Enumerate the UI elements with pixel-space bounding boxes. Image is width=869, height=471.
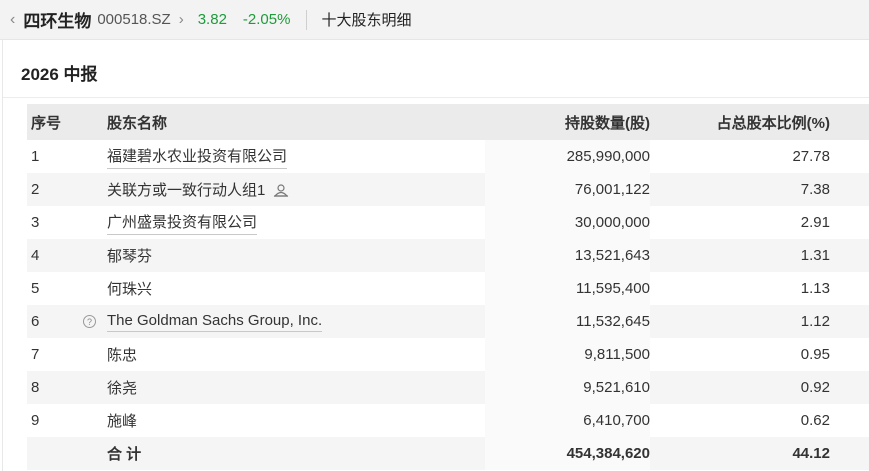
report-period-title: 2026 中报	[21, 65, 98, 84]
holder-name-cell: 关联方或一致行动人组1	[107, 173, 485, 206]
row-index: 3	[31, 214, 40, 231]
ratio-cell: 1.31	[800, 247, 830, 264]
total-help-cell	[75, 437, 107, 470]
table-row: 8 徐尧 9,521,610 0.92	[27, 371, 869, 404]
stock-price: 3.82	[197, 11, 227, 28]
shares-cell: 9,521,610	[485, 371, 650, 404]
column-header-shares: 持股数量(股)	[565, 114, 650, 132]
holder-name-text: 施峰	[107, 413, 138, 430]
row-index: 7	[31, 346, 40, 363]
ratio-cell: 7.38	[800, 181, 830, 198]
table-row: 9 施峰 6,410,700 0.62	[27, 404, 869, 437]
holders-panel: 2026 中报 序号 股东名称 持股数量(股) 占总股本比例(%) 1 福建碧水…	[2, 40, 869, 471]
divider	[306, 9, 308, 30]
total-label: 合 计	[107, 446, 142, 463]
table-row: 1 福建碧水农业投资有限公司 285,990,000 27.78	[27, 140, 869, 173]
table-row: 2 关联方或一致行动人组1 76,001,122 7.38	[27, 173, 869, 206]
row-help-cell	[75, 371, 107, 404]
stock-code[interactable]: 000518.SZ	[97, 11, 170, 28]
row-help-cell	[75, 173, 107, 206]
column-header-holder-name: 股东名称	[107, 114, 168, 132]
holder-name-text: 何珠兴	[107, 281, 153, 298]
ratio-cell: 2.91	[800, 214, 830, 231]
chevron-right-icon[interactable]: ›	[179, 11, 184, 28]
chevron-left-icon[interactable]: ‹	[10, 11, 15, 29]
row-index: 9	[31, 412, 40, 429]
ratio-cell: 0.92	[800, 379, 830, 396]
shares-cell: 11,595,400	[485, 272, 650, 305]
table-total-row: 合 计 454,384,620 44.12	[27, 437, 869, 470]
row-help-cell	[75, 140, 107, 173]
row-index: 4	[31, 247, 40, 264]
holder-name-cell: 广州盛景投资有限公司	[107, 206, 485, 239]
price-change-percent: -2.05%	[242, 11, 291, 28]
holder-name-link[interactable]: The Goldman Sachs Group, Inc.	[107, 312, 323, 332]
ratio-cell: 0.95	[800, 346, 830, 363]
shares-cell: 76,001,122	[485, 173, 650, 206]
shares-cell: 11,532,645	[485, 305, 650, 338]
row-index: 8	[31, 379, 40, 396]
holder-name-cell: 陈忠	[107, 338, 485, 371]
total-ratio-cell: 44.12	[792, 445, 830, 462]
top-holders-table: 序号 股东名称 持股数量(股) 占总股本比例(%) 1 福建碧水农业投资有限公司…	[27, 104, 869, 470]
table-header-row: 序号 股东名称 持股数量(股) 占总股本比例(%)	[27, 104, 869, 140]
row-help-cell	[75, 338, 107, 371]
holder-name-text: 徐尧	[107, 380, 138, 397]
shares-cell: 6,410,700	[485, 404, 650, 437]
holder-name-cell: The Goldman Sachs Group, Inc.	[107, 305, 485, 338]
holder-name-cell: 郁琴芬	[107, 239, 485, 272]
row-index: 1	[31, 148, 40, 165]
help-icon[interactable]: ?	[83, 315, 96, 328]
ratio-cell: 0.62	[800, 412, 830, 429]
table-row: 6 ? The Goldman Sachs Group, Inc. 11,532…	[27, 305, 869, 338]
column-header-index: 序号	[31, 114, 62, 132]
shares-cell: 9,811,500	[485, 338, 650, 371]
row-index: 5	[31, 280, 40, 297]
holder-name-cell: 徐尧	[107, 371, 485, 404]
total-index-cell	[27, 437, 75, 470]
ratio-cell: 1.13	[800, 280, 830, 297]
section-title: 十大股东明细	[321, 12, 412, 29]
holder-name-link[interactable]: 广州盛景投资有限公司	[107, 211, 258, 235]
holder-name-text: 郁琴芬	[107, 248, 153, 265]
table-row: 7 陈忠 9,811,500 0.95	[27, 338, 869, 371]
ratio-cell: 27.78	[792, 148, 830, 165]
column-header-spacer	[75, 104, 107, 140]
holder-name-cell: 施峰	[107, 404, 485, 437]
row-help-cell: ?	[75, 305, 107, 338]
column-header-ratio: 占总股本比例(%)	[716, 114, 830, 132]
group-icon[interactable]	[273, 183, 289, 197]
stock-name[interactable]: 四环生物	[23, 7, 91, 32]
table-row: 3 广州盛景投资有限公司 30,000,000 2.91	[27, 206, 869, 239]
holder-name-cell: 何珠兴	[107, 272, 485, 305]
row-help-cell	[75, 272, 107, 305]
ratio-cell: 1.12	[800, 313, 830, 330]
row-index: 6	[31, 313, 40, 330]
holder-name-cell: 福建碧水农业投资有限公司	[107, 140, 485, 173]
total-shares-cell: 454,384,620	[485, 437, 650, 470]
holder-name-link[interactable]: 福建碧水农业投资有限公司	[107, 145, 288, 169]
shares-cell: 30,000,000	[485, 206, 650, 239]
row-help-cell	[75, 404, 107, 437]
row-help-cell	[75, 206, 107, 239]
shares-cell: 285,990,000	[485, 140, 650, 173]
row-index: 2	[31, 181, 40, 198]
holder-name-text: 陈忠	[107, 347, 138, 364]
holder-name-text: 关联方或一致行动人组1	[107, 182, 266, 199]
table-row: 4 郁琴芬 13,521,643 1.31	[27, 239, 869, 272]
table-row: 5 何珠兴 11,595,400 1.13	[27, 272, 869, 305]
top-bar: ‹ 四环生物 000518.SZ › 3.82 -2.05% 十大股东明细	[0, 0, 869, 40]
row-help-cell	[75, 239, 107, 272]
shares-cell: 13,521,643	[485, 239, 650, 272]
divider	[3, 97, 869, 98]
